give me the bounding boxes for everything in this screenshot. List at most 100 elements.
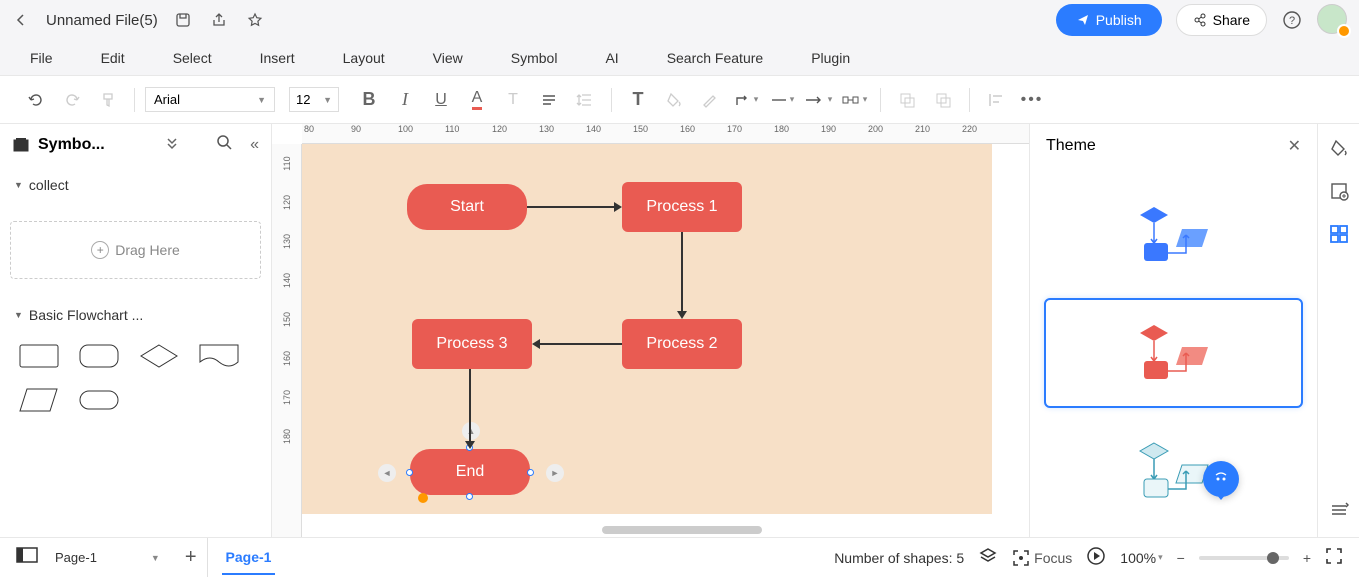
align-button[interactable] — [533, 84, 565, 116]
strikethrough-button[interactable]: T — [497, 84, 529, 116]
line-spacing-button[interactable] — [569, 84, 601, 116]
menu-plugin[interactable]: Plugin — [811, 50, 850, 66]
selection-handle[interactable] — [466, 493, 473, 500]
zoom-slider[interactable] — [1199, 556, 1289, 560]
text-tool-button[interactable]: T — [622, 84, 654, 116]
publish-button[interactable]: Publish — [1056, 4, 1162, 36]
collapse-panel-icon[interactable]: « — [250, 136, 259, 154]
search-icon[interactable] — [216, 134, 232, 155]
menu-layout[interactable]: Layout — [343, 50, 385, 66]
export-icon[interactable] — [208, 9, 230, 31]
menu-symbol[interactable]: Symbol — [511, 50, 558, 66]
quick-connect-left[interactable]: ◄ — [378, 464, 396, 482]
connector[interactable] — [469, 369, 471, 442]
grid-icon[interactable] — [1329, 224, 1349, 249]
theme-card-outline[interactable] — [1044, 416, 1303, 526]
font-color-button[interactable]: A — [461, 84, 493, 116]
flowchart-node-end[interactable]: End — [410, 449, 530, 495]
more-button[interactable]: ••• — [1016, 84, 1048, 116]
menu-search-feature[interactable]: Search Feature — [667, 50, 764, 66]
play-icon[interactable] — [1086, 546, 1106, 569]
user-avatar[interactable] — [1317, 4, 1349, 36]
page-tabs: Page-1 — [207, 538, 276, 577]
menu-insert[interactable]: Insert — [260, 50, 295, 66]
back-icon[interactable] — [10, 9, 32, 31]
line-style-button[interactable]: ▾ — [766, 84, 798, 116]
menu-view[interactable]: View — [433, 50, 463, 66]
drag-drop-zone[interactable]: + Drag Here — [10, 221, 261, 279]
zoom-level[interactable]: 100%▾ — [1120, 550, 1162, 566]
page-layout-icon[interactable] — [16, 547, 38, 568]
share-button[interactable]: Share — [1176, 4, 1267, 36]
rotate-handle[interactable] — [418, 493, 428, 503]
symbol-panel: Symbo... « ▼collect + Drag Here ▼Basic F… — [0, 124, 272, 537]
quick-connect-up[interactable]: ▲ — [462, 422, 480, 440]
bold-button[interactable]: B — [353, 84, 385, 116]
save-icon[interactable] — [172, 9, 194, 31]
dropdown-icon[interactable] — [166, 136, 178, 153]
connector[interactable] — [527, 206, 615, 208]
close-icon[interactable]: ✕ — [1288, 136, 1301, 156]
star-icon[interactable] — [244, 9, 266, 31]
undo-button[interactable] — [20, 84, 52, 116]
shape-grid — [0, 335, 271, 421]
align-objects-button[interactable] — [980, 84, 1012, 116]
settings-shape-icon[interactable] — [1329, 181, 1349, 206]
layers-icon[interactable] — [978, 546, 998, 569]
selection-handle[interactable] — [527, 469, 534, 476]
connector[interactable] — [681, 232, 683, 312]
font-select[interactable]: Arial▼ — [145, 87, 275, 112]
shape-diamond[interactable] — [134, 339, 184, 373]
flowchart-node-process1[interactable]: Process 1 — [622, 182, 742, 232]
file-title[interactable]: Unnamed File(5) — [46, 12, 158, 29]
quick-connect-right[interactable]: ► — [546, 464, 564, 482]
section-basic-flowchart[interactable]: ▼Basic Flowchart ... — [14, 307, 257, 323]
section-collect[interactable]: ▼collect — [14, 177, 257, 193]
arrow-style-button[interactable]: ▾ — [802, 84, 834, 116]
canvas-area[interactable]: 8090100110120130140150160170180190200210… — [272, 124, 1029, 537]
menu-file[interactable]: File — [30, 50, 53, 66]
fill-button[interactable] — [658, 84, 690, 116]
send-back-button[interactable] — [927, 84, 959, 116]
flowchart-node-start[interactable]: Start — [407, 184, 527, 230]
help-icon[interactable]: ? — [1281, 9, 1303, 31]
font-size-select[interactable]: 12▼ — [289, 87, 339, 112]
theme-card-blue[interactable] — [1044, 180, 1303, 290]
menu-select[interactable]: Select — [173, 50, 212, 66]
chat-assistant-button[interactable] — [1203, 461, 1239, 497]
page-select[interactable]: Page-1▼ — [48, 547, 167, 568]
shape-parallelogram[interactable] — [14, 383, 64, 417]
zoom-out-button[interactable]: − — [1177, 550, 1185, 566]
shape-terminator[interactable] — [74, 383, 124, 417]
line-color-button[interactable] — [694, 84, 726, 116]
page-tab-active[interactable]: Page-1 — [222, 541, 276, 575]
connector[interactable] — [540, 343, 622, 345]
shape-rounded-rect[interactable] — [74, 339, 124, 373]
list-toggle-icon[interactable] — [1329, 500, 1349, 525]
share-label: Share — [1213, 12, 1250, 28]
focus-icon[interactable]: Focus — [1012, 549, 1072, 567]
horizontal-scrollbar[interactable] — [602, 526, 762, 534]
underline-button[interactable]: U — [425, 84, 457, 116]
connector-type-button[interactable]: ▾ — [730, 84, 762, 116]
menu-edit[interactable]: Edit — [101, 50, 125, 66]
menu-ai[interactable]: AI — [605, 50, 618, 66]
svg-text:?: ? — [1289, 15, 1295, 27]
zoom-in-button[interactable]: + — [1303, 550, 1311, 566]
italic-button[interactable]: I — [389, 84, 421, 116]
vertical-ruler: 110120130140150160170180 — [272, 144, 302, 537]
redo-button[interactable] — [56, 84, 88, 116]
bring-front-button[interactable] — [891, 84, 923, 116]
fill-paint-icon[interactable] — [1329, 138, 1349, 163]
selection-handle[interactable] — [406, 469, 413, 476]
theme-card-red[interactable] — [1044, 298, 1303, 408]
fullscreen-icon[interactable] — [1325, 547, 1343, 568]
flowchart-node-process2[interactable]: Process 2 — [622, 319, 742, 369]
format-painter-button[interactable] — [92, 84, 124, 116]
shape-document[interactable] — [194, 339, 244, 373]
flowchart-node-process3[interactable]: Process 3 — [412, 319, 532, 369]
arrow-head-icon — [532, 339, 540, 349]
add-page-button[interactable]: + — [185, 546, 197, 569]
shape-rectangle[interactable] — [14, 339, 64, 373]
line-ends-button[interactable]: ▾ — [838, 84, 870, 116]
